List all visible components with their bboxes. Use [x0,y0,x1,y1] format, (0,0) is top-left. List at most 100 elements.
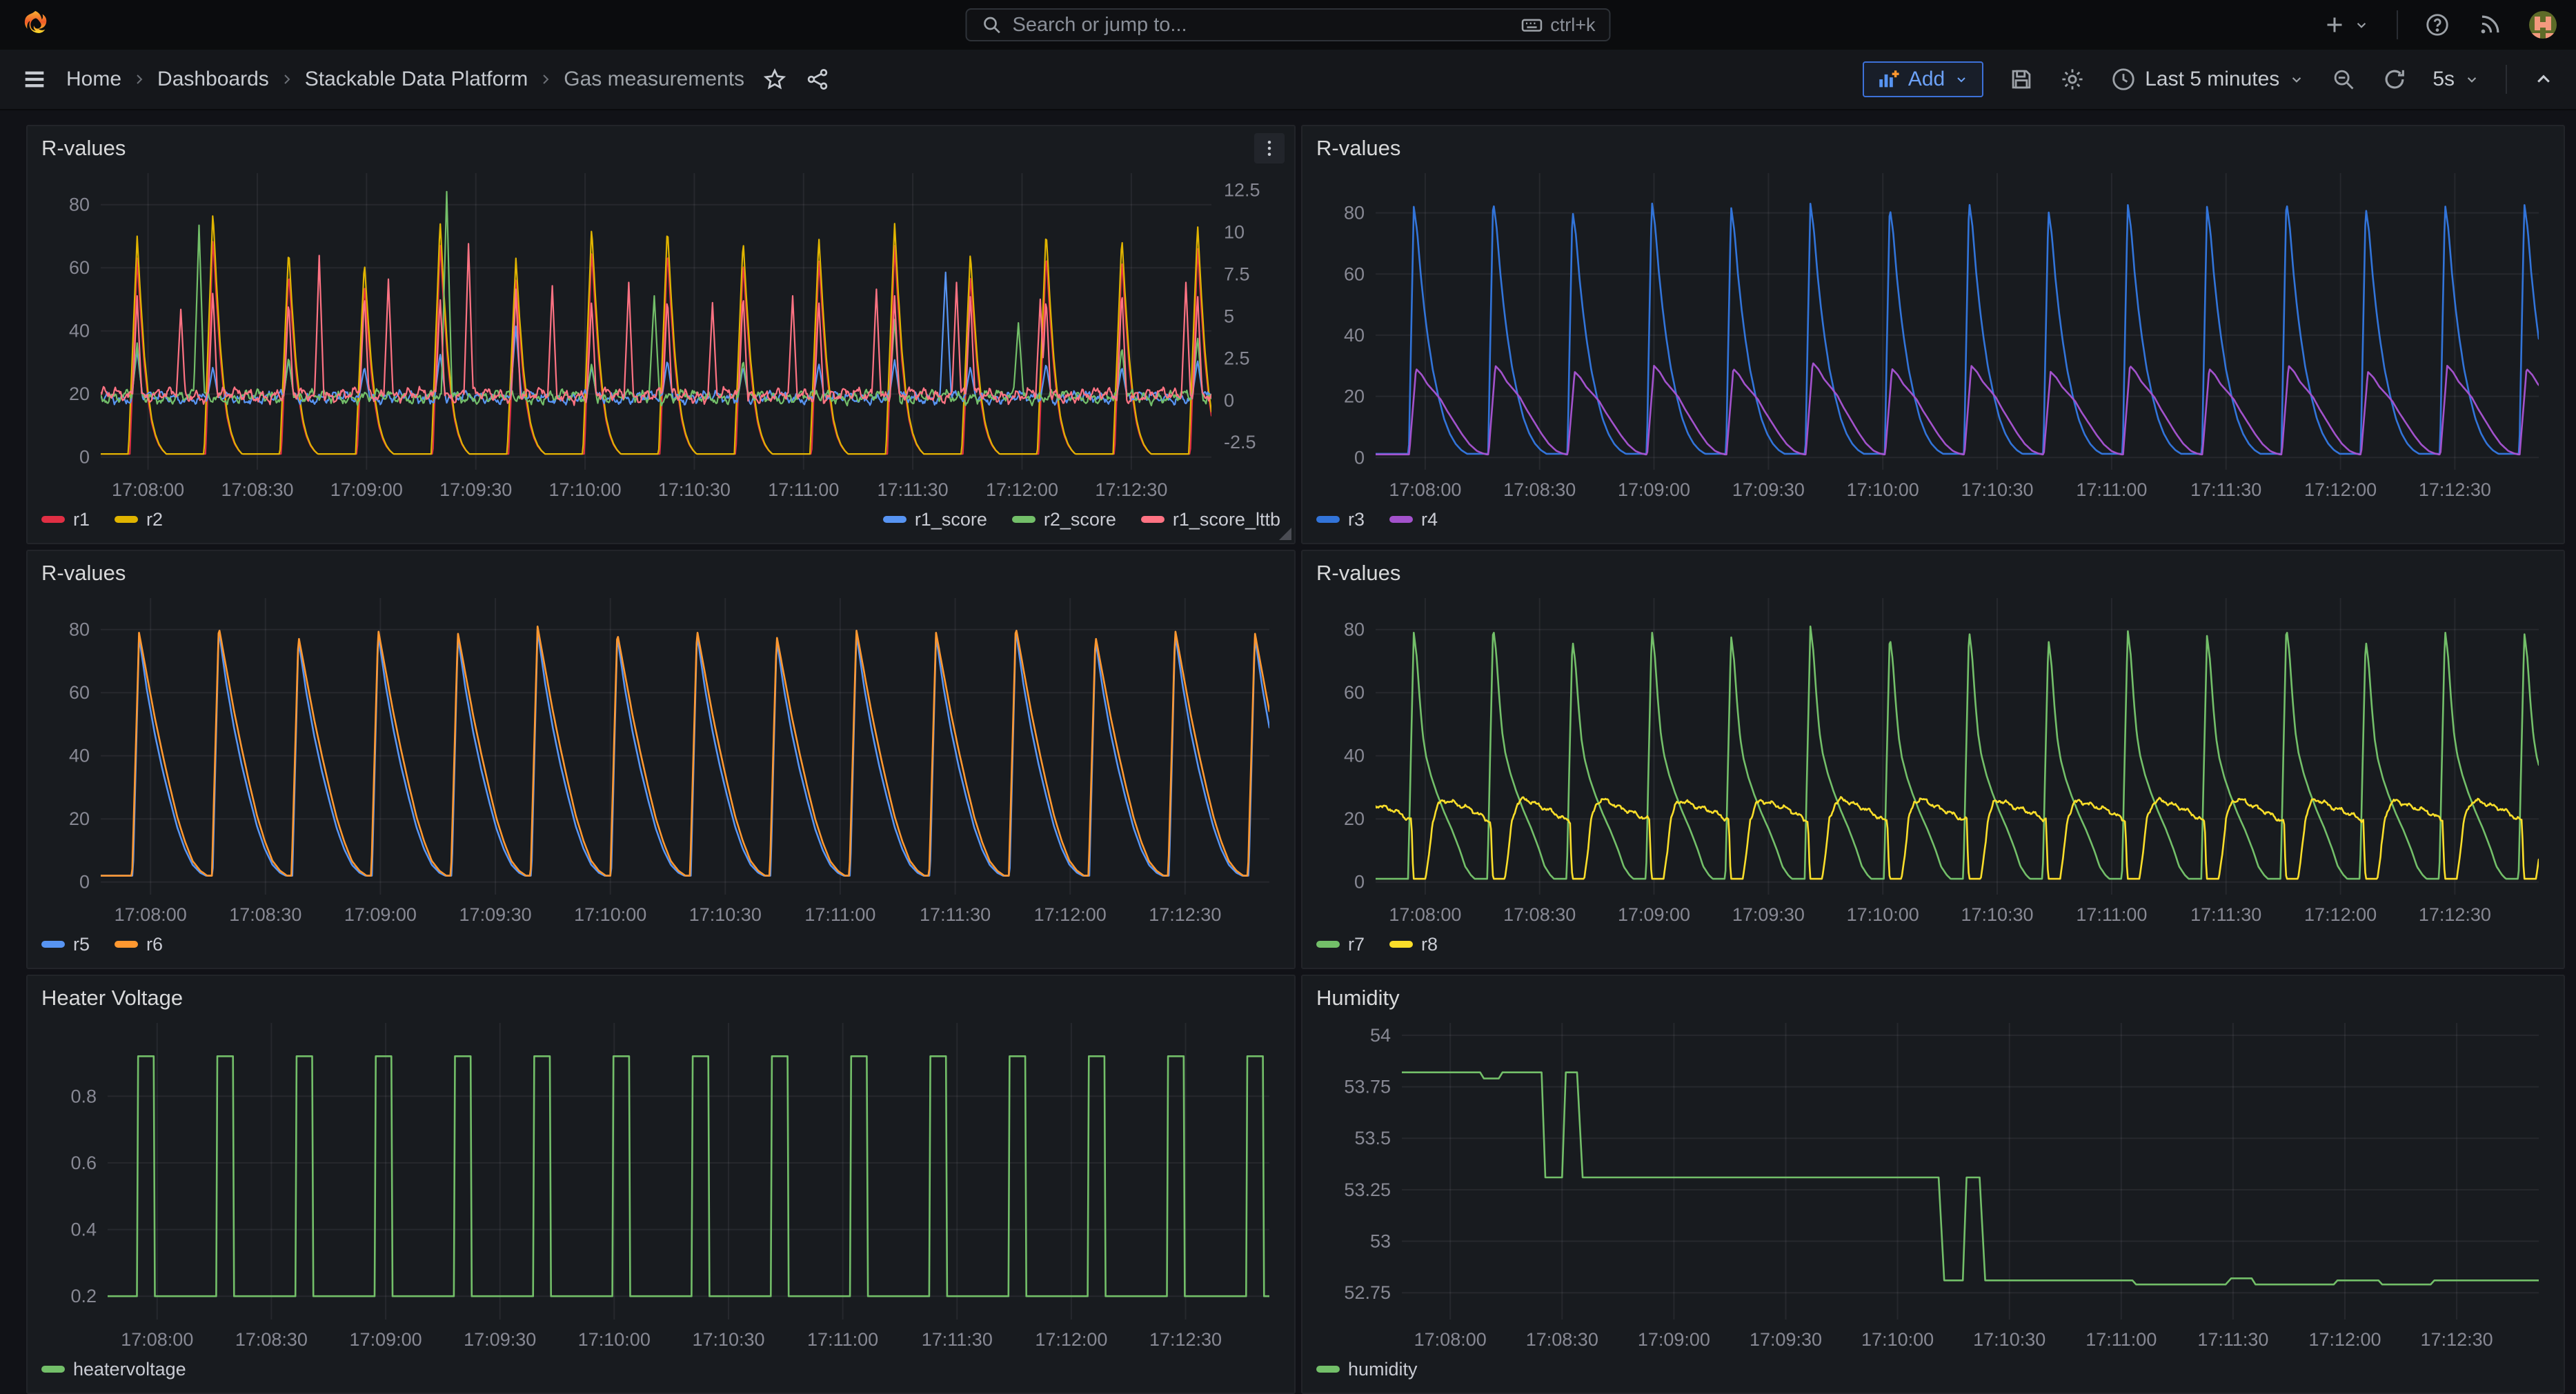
chart-r-values-2[interactable]: 02040608017:08:0017:08:3017:09:0017:09:3… [1316,166,2550,501]
panel-title[interactable]: R-values [41,561,126,586]
svg-text:17:12:00: 17:12:00 [2308,1329,2381,1350]
zoom-out-icon[interactable] [2330,66,2357,92]
kebab-icon[interactable] [1254,133,1285,163]
chart-humidity[interactable]: 52.755353.2553.553.755417:08:0017:08:301… [1316,1016,2550,1351]
svg-text:17:11:00: 17:11:00 [807,1329,878,1350]
refresh-icon[interactable] [2381,66,2408,92]
divider [2397,10,2398,39]
panel-title[interactable]: Humidity [1316,986,1400,1010]
help-icon[interactable] [2424,12,2450,38]
svg-text:0.4: 0.4 [70,1219,97,1240]
chevron-down-icon [2288,70,2306,88]
svg-text:17:11:00: 17:11:00 [2076,479,2147,500]
panel-humidity: Humidity 52.755353.2553.553.755417:08:00… [1301,975,2565,1394]
legend-item-r6[interactable]: r6 [115,934,163,955]
svg-text:17:12:00: 17:12:00 [1034,904,1107,925]
panel-r-values-1: R-values 02040608017:08:0017:08:3017:09:… [26,125,1296,544]
svg-text:17:10:30: 17:10:30 [1961,904,2033,925]
legend-item-humidity[interactable]: humidity [1316,1359,1418,1380]
legend-label: r6 [146,934,163,955]
legend-item-r1_score[interactable]: r1_score [883,509,987,530]
svg-text:17:11:00: 17:11:00 [2076,904,2147,925]
svg-text:17:11:00: 17:11:00 [804,904,875,925]
svg-text:40: 40 [1344,746,1365,766]
svg-text:54: 54 [1370,1025,1391,1046]
breadcrumb-folder[interactable]: Stackable Data Platform [305,68,528,91]
legend-swatch [1389,941,1413,948]
add-button[interactable]: Add [1863,61,1983,97]
svg-text:17:09:00: 17:09:00 [330,479,403,500]
legend-item-r2_score[interactable]: r2_score [1012,509,1116,530]
legend: humidity [1316,1351,2550,1387]
legend-item-r1[interactable]: r1 [41,509,90,530]
add-button-label: Add [1908,68,1945,91]
svg-text:17:08:00: 17:08:00 [112,479,184,500]
svg-text:17:09:30: 17:09:30 [1732,904,1805,925]
legend-item-r2[interactable]: r2 [115,509,163,530]
grafana-logo[interactable] [19,9,51,41]
rss-icon[interactable] [2477,12,2503,38]
panel-title[interactable]: Heater Voltage [41,986,183,1010]
legend-swatch [1141,516,1165,523]
legend-label: r4 [1421,509,1438,530]
chart-r-values-4[interactable]: 02040608017:08:0017:08:3017:09:0017:09:3… [1316,591,2550,926]
chart-heater-voltage[interactable]: 0.20.40.60.817:08:0017:08:3017:09:0017:0… [41,1016,1280,1351]
legend-item-heatervoltage[interactable]: heatervoltage [41,1359,186,1380]
legend-label: r5 [73,934,90,955]
svg-text:17:08:00: 17:08:00 [1389,479,1461,500]
breadcrumb-home[interactable]: Home [66,68,121,91]
legend-label: r1_score_lttb [1173,509,1280,530]
svg-text:53.5: 53.5 [1354,1128,1391,1148]
legend-item-r3[interactable]: r3 [1316,509,1365,530]
legend-item-r5[interactable]: r5 [41,934,90,955]
gear-icon[interactable] [2059,66,2085,92]
search-input[interactable]: Search or jump to... ctrl+k [966,8,1611,41]
star-icon[interactable] [762,67,787,92]
svg-text:17:12:30: 17:12:30 [2419,904,2491,925]
resize-handle[interactable] [1279,528,1291,540]
panel-r-values-4: R-values 02040608017:08:0017:08:3017:09:… [1301,550,2565,969]
legend-label: r2_score [1044,509,1116,530]
legend-swatch [1316,1366,1340,1373]
dashboard-toolbar: Home Dashboards Stackable Data Platform … [0,50,2576,110]
svg-text:12.5: 12.5 [1224,179,1260,200]
svg-text:80: 80 [1344,619,1365,640]
svg-text:80: 80 [69,195,90,215]
svg-text:40: 40 [69,321,90,341]
panel-title[interactable]: R-values [1316,136,1400,161]
svg-text:17:10:30: 17:10:30 [1973,1329,2045,1350]
avatar[interactable] [2529,11,2557,39]
legend-label: r7 [1348,934,1365,955]
svg-text:10: 10 [1224,221,1245,242]
chevron-up-icon[interactable] [2532,68,2555,91]
save-icon[interactable] [2008,66,2034,92]
svg-text:17:09:30: 17:09:30 [459,904,532,925]
hamburger-icon[interactable] [21,66,48,93]
panel-title[interactable]: R-values [41,136,126,161]
legend-item-r4[interactable]: r4 [1389,509,1438,530]
svg-text:7.5: 7.5 [1224,263,1250,284]
svg-text:17:09:00: 17:09:00 [344,904,417,925]
breadcrumb-dashboards[interactable]: Dashboards [157,68,269,91]
svg-text:17:11:30: 17:11:30 [922,1329,993,1350]
svg-text:17:11:00: 17:11:00 [2085,1329,2157,1350]
share-icon[interactable] [805,67,830,92]
new-chevron-down-icon[interactable] [2352,16,2370,34]
svg-text:0: 0 [79,872,90,893]
panel-title[interactable]: R-values [1316,561,1400,586]
chart-r-values-3[interactable]: 02040608017:08:0017:08:3017:09:0017:09:3… [41,591,1280,926]
breadcrumb-dashboard-name[interactable]: Gas measurements [564,68,744,91]
legend-item-r8[interactable]: r8 [1389,934,1438,955]
legend-item-r7[interactable]: r7 [1316,934,1365,955]
svg-text:-2.5: -2.5 [1224,432,1256,452]
refresh-interval-dropdown[interactable]: 5s [2433,68,2481,91]
chart-r-values-1[interactable]: 02040608017:08:0017:08:3017:09:0017:09:3… [41,166,1280,501]
svg-text:17:10:30: 17:10:30 [692,1329,764,1350]
legend-item-r1_score_lttb[interactable]: r1_score_lttb [1141,509,1280,530]
new-plus-icon[interactable] [2322,12,2347,37]
legend-swatch [115,516,138,523]
svg-text:17:12:30: 17:12:30 [1149,1329,1222,1350]
svg-text:20: 20 [69,384,90,404]
legend: r1 r2 r1_score r2_score r1_score_lttb [41,501,1280,537]
time-range-picker[interactable]: Last 5 minutes [2110,66,2306,92]
